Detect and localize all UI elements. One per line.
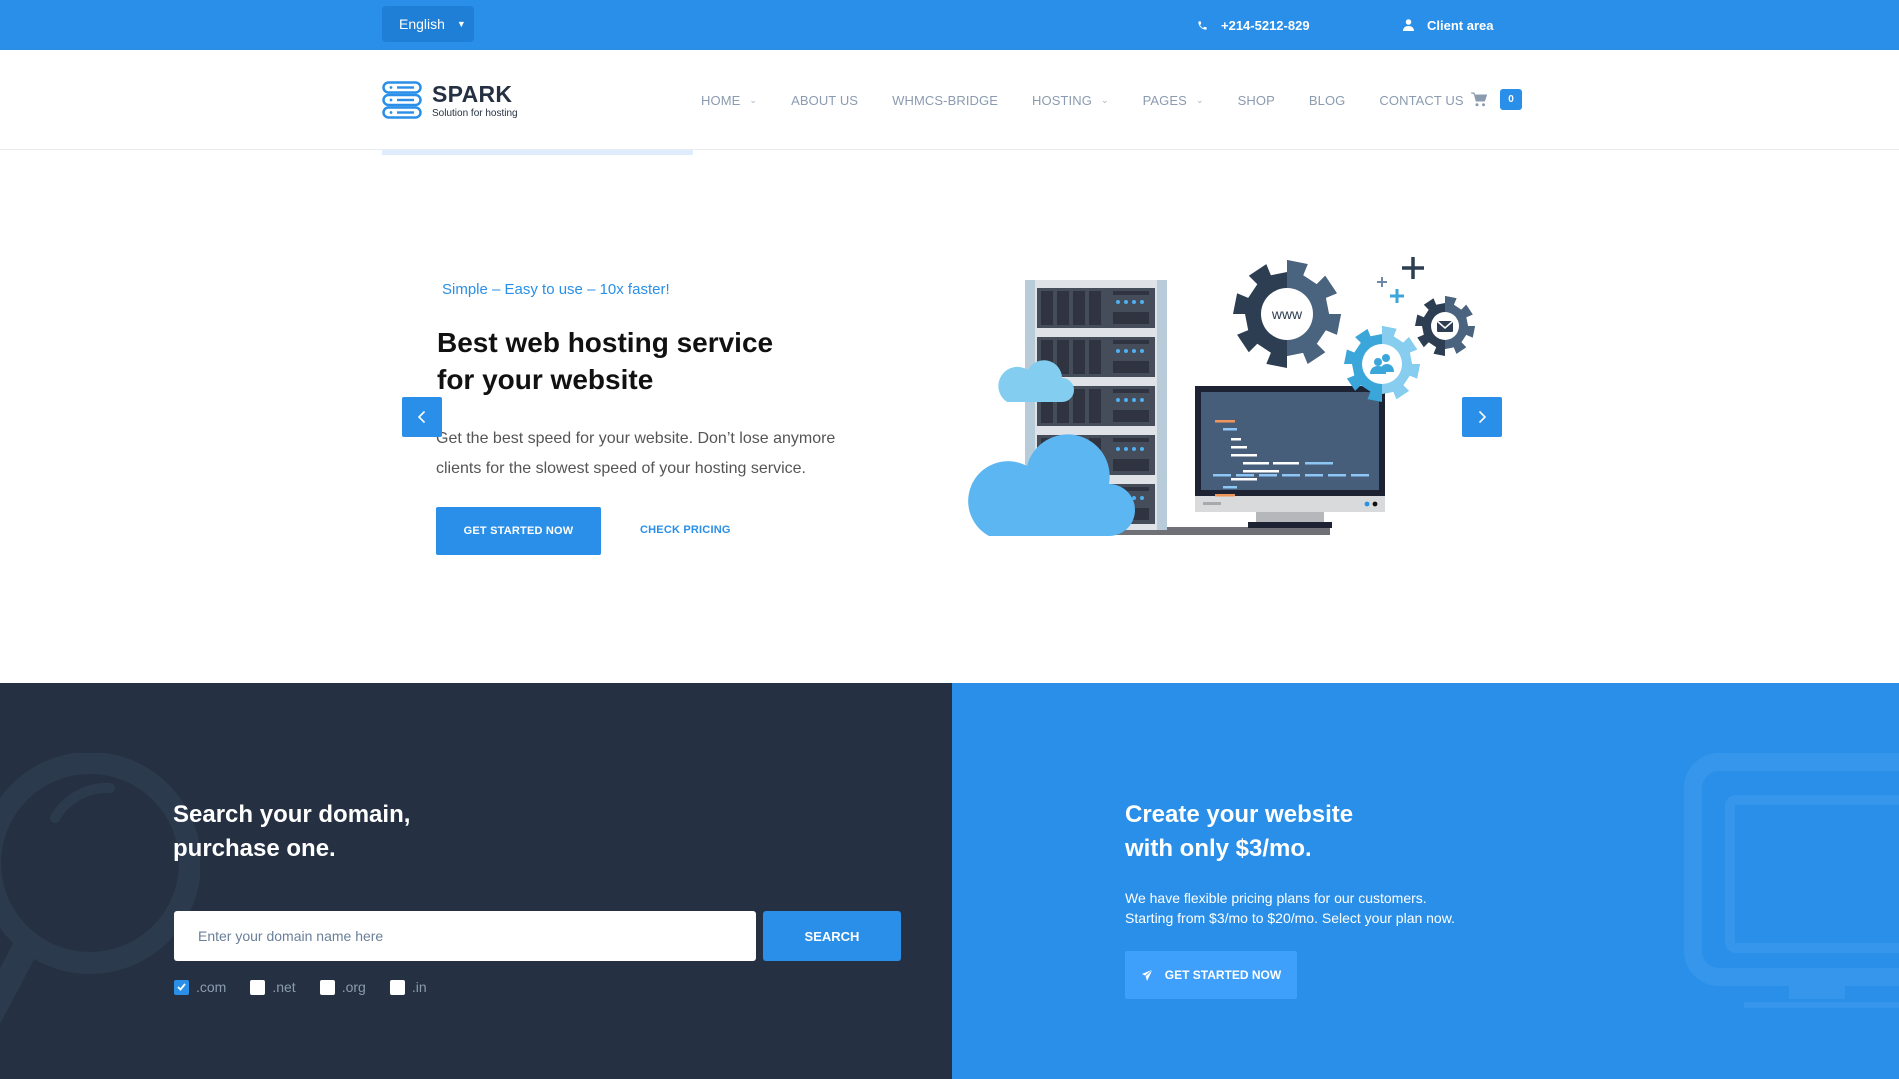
phone-contact[interactable]: +214-5212-829 [1197, 0, 1310, 50]
tld-checkbox-net[interactable]: .net [250, 979, 296, 995]
nav-item-home[interactable]: HOME ⌄ [701, 93, 757, 108]
logo[interactable]: SPARK Solution for hosting [382, 81, 518, 119]
main-nav: HOME ⌄ ABOUT US WHMCS-BRIDGE HOSTING ⌄ PAG… [701, 50, 1498, 150]
monitor-watermark-icon [1684, 753, 1899, 1008]
tld-checkbox-com[interactable]: .com [174, 979, 226, 995]
promo-title: Create your website with only $3/mo. [1125, 801, 1354, 862]
svg-text:www: www [1271, 306, 1303, 322]
nav-item-blog[interactable]: BLOG [1309, 93, 1346, 108]
chevron-left-icon [417, 410, 426, 424]
hosting-illustration: www [968, 257, 1475, 536]
client-area-label: Client area [1427, 17, 1494, 33]
www-gear-icon: www [1233, 260, 1341, 368]
top-bar: English ▼ +214-5212-829 Client area [0, 0, 1899, 50]
language-label: English [399, 16, 445, 32]
nav-item-contact-us[interactable]: CONTACT US [1379, 93, 1463, 108]
slider-prev-button[interactable] [402, 397, 442, 437]
get-started-button[interactable]: GET STARTED NOW [436, 507, 601, 555]
mail-gear-icon [1415, 296, 1475, 356]
pricing-promo-section: Create your website with only $3/mo. We … [952, 683, 1899, 1079]
user-icon [1403, 19, 1414, 31]
promo-get-started-button[interactable]: GET STARTED NOW [1125, 951, 1297, 999]
domain-search-section: Search your domain, purchase one. SEARCH… [0, 683, 952, 1079]
tld-checkbox-org[interactable]: .org [319, 979, 366, 995]
nav-item-hosting[interactable]: HOSTING ⌄ [1032, 93, 1109, 108]
domain-search-button[interactable]: SEARCH [763, 911, 901, 961]
checkbox-unchecked-icon[interactable] [319, 979, 335, 995]
logo-title: SPARK [432, 80, 513, 107]
hero-tagline: Simple – Easy to use – 10x faster! [442, 281, 670, 298]
main-header: SPARK Solution for hosting HOME ⌄ ABOUT U… [0, 50, 1899, 150]
chevron-right-icon [1478, 410, 1487, 424]
nav-item-pages[interactable]: PAGES ⌄ [1143, 93, 1204, 108]
header-accent-strip [382, 150, 693, 155]
hero-description: Get the best speed for your website. Don… [436, 430, 836, 477]
chevron-down-icon: ⌄ [749, 94, 758, 105]
checkbox-unchecked-icon[interactable] [389, 979, 405, 995]
nav-item-shop[interactable]: SHOP [1238, 93, 1275, 108]
check-pricing-link[interactable]: CHECK PRICING [640, 524, 731, 536]
domain-search-input[interactable] [174, 911, 756, 961]
tld-options: .com .net .org .in [174, 979, 451, 995]
rocket-icon [1141, 968, 1153, 981]
tld-checkbox-in[interactable]: .in [389, 979, 427, 995]
shopping-cart-icon [1471, 92, 1488, 107]
nav-item-whmcs-bridge[interactable]: WHMCS-BRIDGE [892, 93, 998, 108]
chevron-down-icon: ⌄ [1195, 94, 1204, 105]
nav-item-about-us[interactable]: ABOUT US [791, 93, 858, 108]
client-area-link[interactable]: Client area [1403, 0, 1493, 50]
server-stack-icon [382, 81, 422, 119]
promo-description: We have flexible pricing plans for our c… [1125, 890, 1455, 926]
chevron-down-icon: ▼ [456, 19, 466, 29]
sparkle-plus-icons [1377, 257, 1424, 303]
hero-title: Best web hosting service for your websit… [437, 327, 774, 395]
domain-search-title: Search your domain, purchase one. [173, 801, 411, 862]
language-selector[interactable]: English ▼ [382, 6, 474, 42]
cart-button[interactable] [1471, 92, 1488, 112]
phone-number: +214-5212-829 [1221, 17, 1310, 33]
magnifier-watermark-icon [0, 753, 200, 1024]
checkbox-checked-icon[interactable] [174, 979, 189, 995]
phone-icon [1198, 20, 1207, 30]
monitor-icon [1195, 386, 1385, 528]
checkbox-unchecked-icon[interactable] [250, 979, 266, 995]
logo-subtitle: Solution for hosting [432, 107, 518, 119]
chevron-down-icon: ⌄ [1100, 94, 1109, 105]
cart-count-badge: 0 [1500, 89, 1522, 110]
